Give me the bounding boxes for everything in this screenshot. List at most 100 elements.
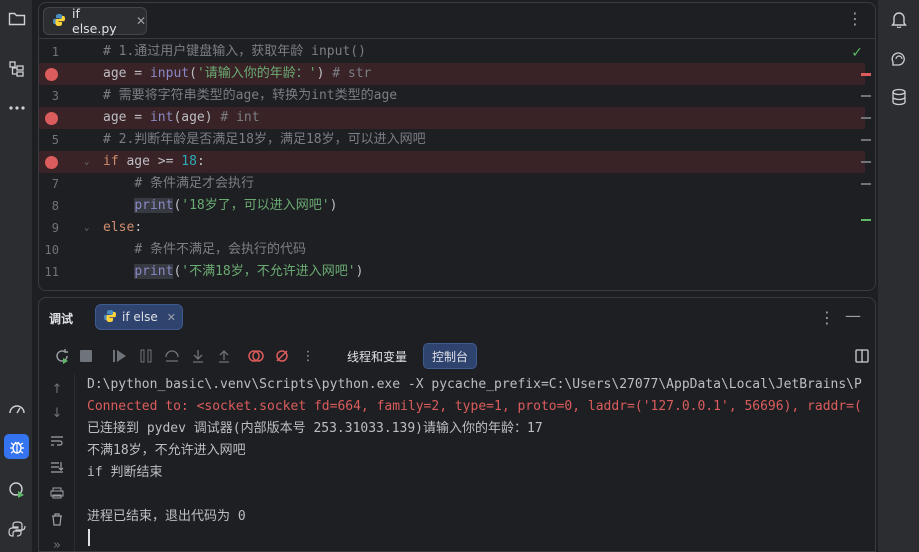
python-file-icon — [103, 309, 117, 326]
code-token: input — [149, 66, 190, 81]
step-into-icon[interactable] — [187, 345, 209, 367]
close-icon[interactable]: ✕ — [136, 14, 146, 28]
inspection-ok-icon[interactable]: ✓ — [851, 45, 863, 61]
console-line: 进程已结束，退出代码为 0 — [87, 509, 246, 524]
line-number: 7 — [51, 177, 59, 191]
arrow-up-icon[interactable]: ↑ — [46, 378, 68, 400]
fold-icon[interactable]: ⌄ — [84, 217, 89, 239]
ai-assistant-icon[interactable] — [886, 46, 911, 71]
expand-more-icon[interactable]: » — [46, 534, 68, 552]
folder-icon[interactable] — [4, 6, 29, 31]
view-breakpoints-icon[interactable] — [245, 345, 267, 367]
code-text: if age >= 18: — [103, 151, 205, 173]
code-line[interactable]: 5 # 2.判断年龄是否满足18岁，满足18岁，可以进入网吧 — [39, 129, 865, 151]
console-line: Connected to: <socket.socket fd=664, fam… — [87, 399, 862, 414]
editor-tab-label: if else.py — [72, 6, 117, 36]
editor-tab-bar: if else.py ✕ ⋮ — [39, 3, 875, 39]
tab-console[interactable]: 控制台 — [423, 343, 478, 369]
line-number: 10 — [44, 243, 59, 257]
console-line: 不满18岁，不允许进入网吧 — [87, 443, 246, 458]
pause-icon[interactable] — [135, 345, 157, 367]
breakpoint-icon[interactable] — [45, 68, 58, 81]
code-text: # 需要将字符串类型的age，转换为int类型的age — [103, 85, 397, 107]
rerun-icon[interactable] — [51, 345, 73, 367]
debug-more-icon[interactable]: ⋮ — [819, 308, 835, 327]
code-token: : — [134, 220, 143, 235]
structure-icon[interactable] — [4, 56, 29, 81]
step-over-icon[interactable] — [161, 345, 183, 367]
code-token: # 1.通过用户键盘输入，获取年龄 input() — [103, 44, 366, 59]
code-text: # 1.通过用户键盘输入，获取年龄 input() — [103, 41, 366, 63]
editor-panel: if else.py ✕ ⋮ 1 # 1.通过用户键盘输入，获取年龄 input(… — [38, 2, 876, 291]
run-coverage-icon[interactable] — [4, 477, 29, 502]
code-area[interactable]: 1 # 1.通过用户键盘输入，获取年龄 input() age = input('请… — [39, 41, 875, 290]
code-line[interactable]: age = int(age) # int — [39, 107, 865, 129]
tab-threads-variables[interactable]: 线程和变量 — [339, 343, 415, 369]
code-text: else: — [103, 217, 142, 239]
print-icon[interactable] — [46, 482, 68, 504]
code-token: # int — [220, 110, 260, 125]
code-line[interactable]: 7 # 条件满足才会执行 — [39, 173, 865, 195]
code-line[interactable]: 1 # 1.通过用户键盘输入，获取年龄 input() — [39, 41, 865, 63]
code-token: (age) — [173, 110, 221, 125]
line-number: 1 — [51, 45, 59, 59]
code-token: # 条件满足才会执行 — [134, 176, 254, 191]
code-line[interactable]: 9 ⌄ else: — [39, 217, 865, 239]
more-icon[interactable] — [4, 95, 29, 120]
debug-toolbar: ⋮ 线程和变量 控制台 — [39, 342, 875, 370]
scroll-to-end-icon[interactable] — [46, 456, 68, 478]
editor-file-tab[interactable]: if else.py ✕ — [43, 6, 147, 36]
code-token: 18 — [181, 154, 197, 169]
breakpoint-icon[interactable] — [45, 156, 58, 169]
code-token: ) — [316, 66, 333, 81]
code-line[interactable]: age = input('请输入你的年龄：') # str — [39, 63, 865, 85]
arrow-down-icon[interactable]: ↓ — [46, 402, 68, 424]
line-number: 5 — [51, 133, 59, 147]
performance-icon[interactable] — [4, 396, 29, 421]
fold-icon[interactable]: ⌄ — [84, 151, 89, 173]
minimize-icon[interactable]: — — [845, 306, 861, 325]
database-icon[interactable] — [886, 84, 911, 109]
console-output[interactable]: D:\python_basic\.venv\Scripts\python.exe… — [87, 374, 875, 551]
code-line[interactable]: 3 # 需要将字符串类型的age，转换为int类型的age — [39, 85, 865, 107]
left-tool-strip — [0, 0, 33, 552]
soft-wrap-icon[interactable] — [46, 430, 68, 452]
code-token: print — [134, 198, 174, 213]
line-number: 9 — [51, 221, 59, 235]
console-line: 已连接到 pydev 调试器(内部版本号 253.31033.139)请输入你的… — [87, 421, 543, 436]
code-line[interactable]: 11 print('不满18岁，不允许进入网吧') — [39, 261, 865, 283]
line-number: 8 — [51, 199, 59, 213]
toolbar-more-icon[interactable]: ⋮ — [297, 345, 319, 367]
editor-scroll-markers[interactable] — [861, 61, 873, 241]
code-token: age >= — [118, 154, 182, 169]
console-line: if 判断结束 — [87, 465, 163, 480]
clear-all-icon[interactable] — [46, 508, 68, 530]
ide-window: if else.py ✕ ⋮ 1 # 1.通过用户键盘输入，获取年龄 input(… — [0, 0, 919, 552]
editor-more-icon[interactable]: ⋮ — [847, 11, 863, 27]
console-line: D:\python_basic\.venv\Scripts\python.exe… — [87, 377, 862, 392]
debug-title: 调试 — [49, 312, 74, 326]
code-token: age = — [103, 66, 150, 81]
code-token: '请输入你的年龄：' — [196, 66, 317, 81]
code-text: # 条件满足才会执行 — [103, 173, 254, 195]
code-line[interactable]: ⌄ if age >= 18: — [39, 151, 865, 173]
code-token: # 2.判断年龄是否满足18岁，满足18岁，可以进入网吧 — [103, 132, 426, 147]
debug-icon[interactable] — [4, 434, 29, 459]
code-token: ( — [189, 66, 197, 81]
code-line[interactable]: 8 print('18岁了，可以进入网吧') — [39, 195, 865, 217]
breakpoint-icon[interactable] — [45, 112, 58, 125]
layout-icon[interactable] — [851, 345, 873, 367]
mute-breakpoints-icon[interactable] — [271, 345, 293, 367]
code-line[interactable]: 10 # 条件不满足，会执行的代码 — [39, 239, 865, 261]
close-icon[interactable]: ✕ — [167, 311, 176, 324]
debug-session-tab[interactable]: if else ✕ — [95, 304, 183, 330]
python-console-icon[interactable] — [4, 516, 29, 541]
debug-header: 调试 if else ✕ ⋮ — — [39, 298, 875, 336]
code-token: ) — [355, 264, 364, 279]
stop-icon[interactable] — [75, 345, 97, 367]
step-out-icon[interactable] — [213, 345, 235, 367]
notifications-icon[interactable] — [886, 6, 911, 31]
resume-icon[interactable] — [109, 345, 131, 367]
